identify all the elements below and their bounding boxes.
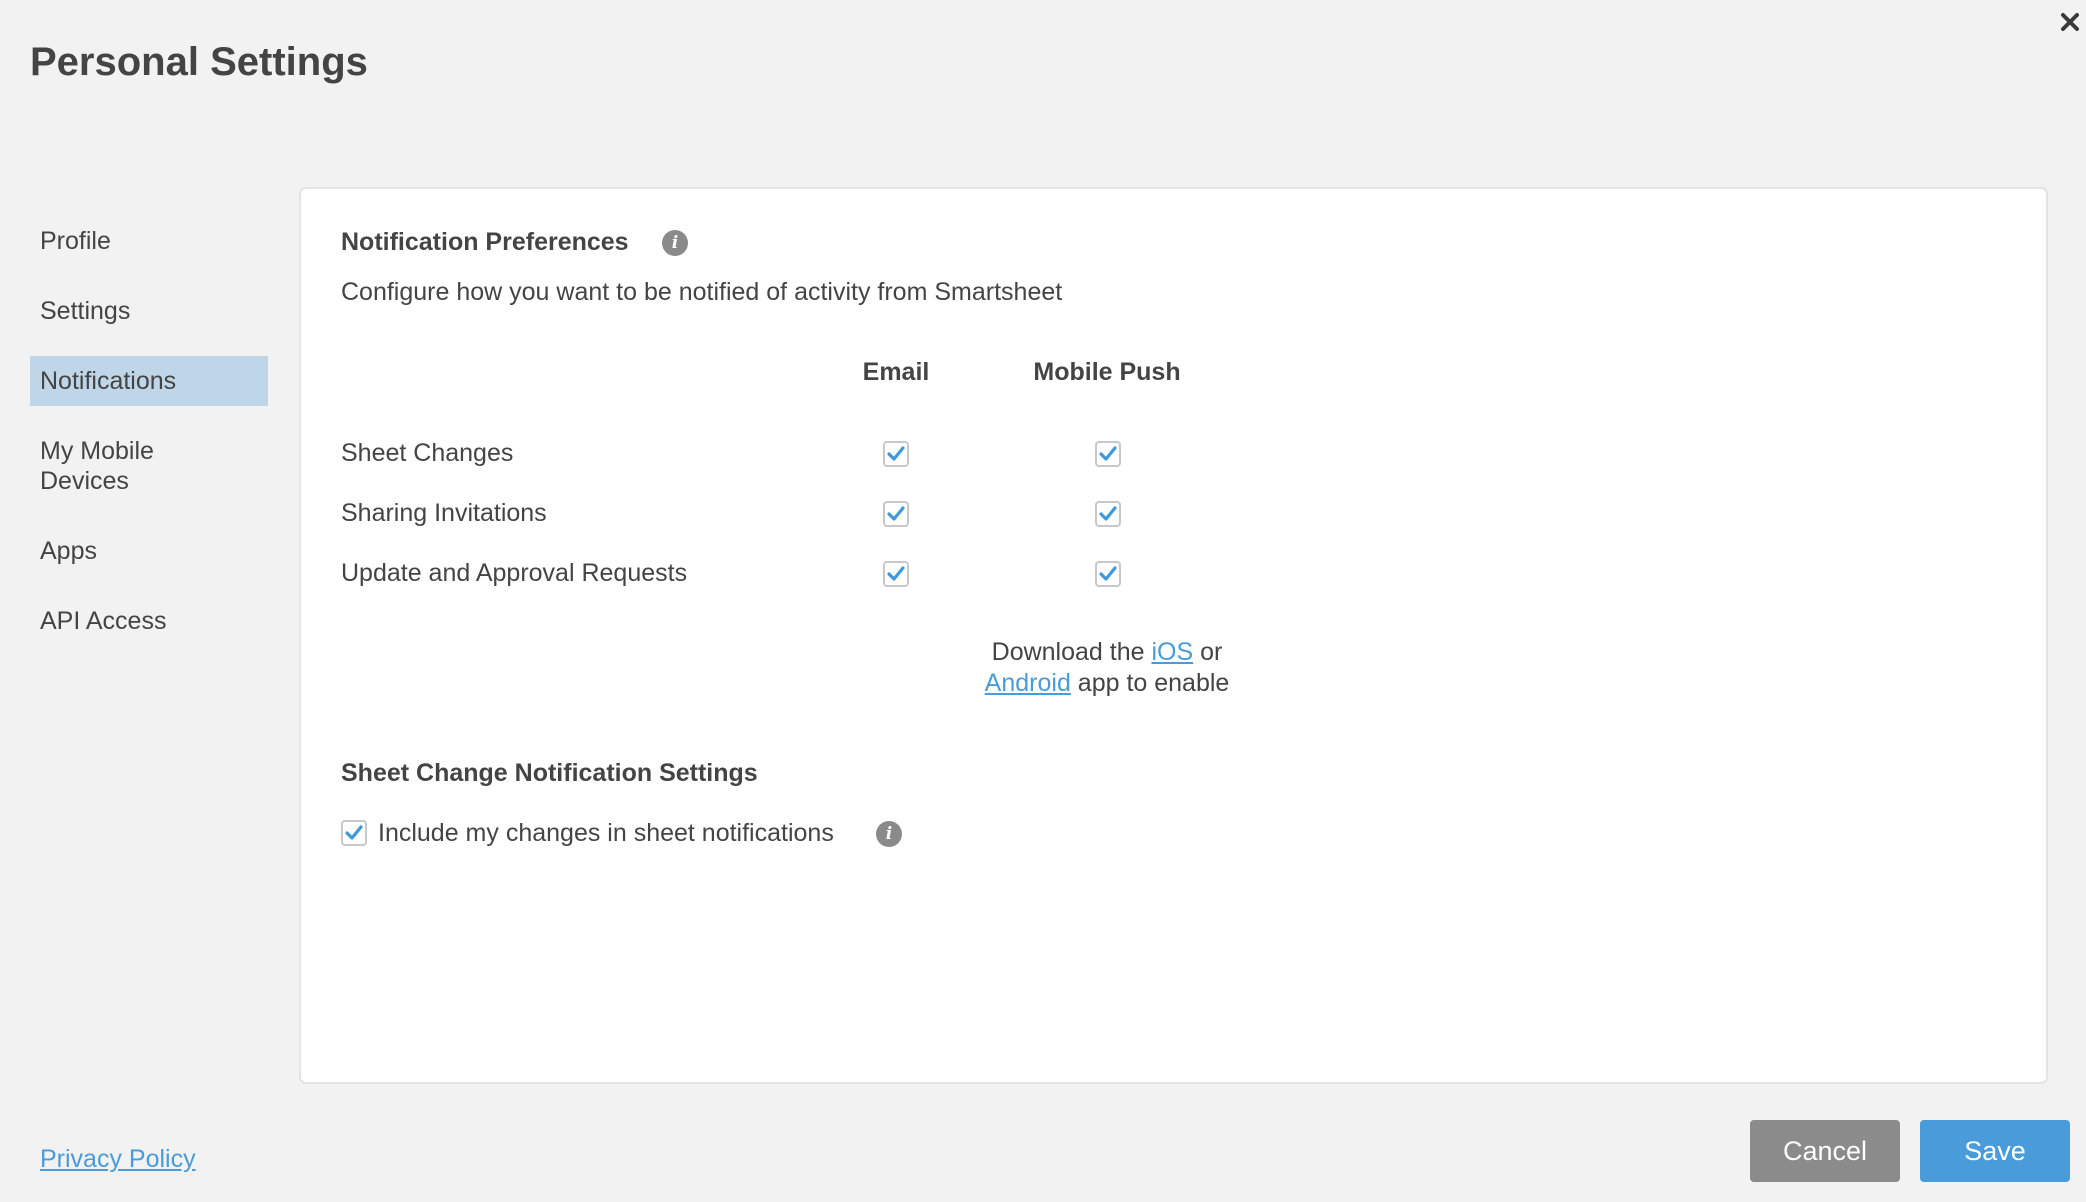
sidebar-item-label: Settings [40, 297, 131, 325]
sidebar-item-label: Devices [40, 467, 129, 495]
sidebar-item-apps[interactable]: Apps [30, 536, 268, 566]
email-checkbox-update-approval-requests[interactable] [883, 561, 909, 587]
row-label-sharing-invitations: Sharing Invitations [341, 499, 547, 527]
sidebar-item-label: Notifications [40, 367, 177, 395]
sidebar-item-my-mobile-devices[interactable]: My Mobile Devices [30, 436, 268, 496]
email-checkbox-sharing-invitations[interactable] [883, 501, 909, 527]
ios-link[interactable]: iOS [1151, 638, 1193, 666]
notification-description: Configure how you want to be notified of… [341, 278, 1063, 306]
column-header-mobile-push: Mobile Push [1033, 358, 1181, 386]
download-suffix: app to enable [1070, 669, 1230, 697]
include-my-changes-checkbox[interactable] [341, 820, 367, 846]
include-my-changes-label[interactable]: Include my changes in sheet notification… [378, 819, 834, 848]
info-icon[interactable]: i [662, 230, 688, 256]
sidebar-item-label: My Mobile [40, 437, 154, 465]
notifications-panel [299, 187, 2048, 1084]
sidebar-item-settings[interactable]: Settings [30, 296, 268, 326]
sidebar-item-api-access[interactable]: API Access [30, 606, 268, 636]
sidebar-item-label: Profile [40, 227, 111, 255]
sidebar-item-profile[interactable]: Profile [30, 226, 268, 256]
checkmark-icon [887, 446, 905, 461]
mobile-push-checkbox-update-approval-requests[interactable] [1095, 561, 1121, 587]
download-middle: or [1193, 638, 1223, 666]
checkmark-icon [887, 506, 905, 521]
page-title: Personal Settings [30, 40, 368, 84]
sheet-change-settings-heading: Sheet Change Notification Settings [341, 759, 758, 787]
sidebar-item-notifications[interactable]: Notifications [30, 356, 268, 406]
email-checkbox-sheet-changes[interactable] [883, 441, 909, 467]
close-button[interactable] [2056, 8, 2084, 36]
notification-preferences-heading: Notification Preferences [341, 228, 629, 256]
checkmark-icon [887, 566, 905, 581]
download-app-note: Download the iOS or Android app to enabl… [907, 637, 1307, 699]
info-icon[interactable]: i [876, 821, 902, 847]
row-label-sheet-changes: Sheet Changes [341, 439, 514, 467]
sidebar-item-label: Apps [40, 537, 97, 565]
checkmark-icon [1099, 446, 1117, 461]
checkmark-icon [345, 825, 363, 840]
close-x-icon [2061, 13, 2079, 31]
checkmark-icon [1099, 566, 1117, 581]
privacy-policy-link[interactable]: Privacy Policy [40, 1145, 196, 1174]
cancel-button[interactable]: Cancel [1750, 1120, 1900, 1182]
checkmark-icon [1099, 506, 1117, 521]
mobile-push-checkbox-sheet-changes[interactable] [1095, 441, 1121, 467]
mobile-push-checkbox-sharing-invitations[interactable] [1095, 501, 1121, 527]
row-label-update-approval-requests: Update and Approval Requests [341, 559, 688, 587]
download-prefix: Download the [991, 638, 1152, 666]
android-link[interactable]: Android [985, 669, 1071, 697]
save-button[interactable]: Save [1920, 1120, 2070, 1182]
sidebar-item-label: API Access [40, 607, 167, 635]
